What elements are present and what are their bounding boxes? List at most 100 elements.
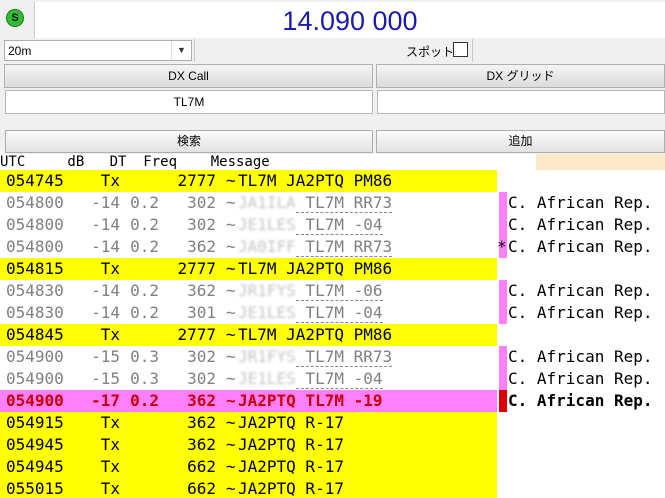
row-callsign: JA1ILA	[238, 193, 296, 212]
row-flag-marker	[499, 302, 507, 324]
row-freq: 362	[187, 237, 216, 256]
row-dt: 0.3	[130, 347, 159, 366]
table-row[interactable]: 054745 Tx 2777 ~ TL7M JA2PTQ PM86	[0, 170, 665, 192]
spot-checkbox[interactable]	[453, 42, 468, 57]
table-row[interactable]: 054830 -14 0.2 362 ~ JR1FYS TL7M -06 C. Africa…	[0, 280, 665, 302]
table-row[interactable]: 054915 Tx 362 ~ JA2PTQ R-17	[0, 412, 665, 434]
row-db: Tx	[100, 457, 120, 476]
row-message: JA2PTQ R-17	[238, 413, 344, 432]
message-table[interactable]: UTC dB DT Freq Message 054745 Tx 2777 ~ TL7M…	[0, 154, 665, 498]
row-freq: 2777	[177, 259, 216, 278]
row-country: C. African Rep.	[508, 193, 653, 212]
row-message: JA2PTQ R-17	[238, 435, 344, 454]
table-row[interactable]: 055015 Tx 662 ~ JA2PTQ R-17	[0, 478, 665, 498]
row-message: JA2PTQ R-17	[238, 457, 344, 476]
table-row[interactable]: 054800 -14 0.2 302 ~ JA1ILA TL7M RR73 C. Afric…	[0, 192, 665, 214]
status-indicator-icon[interactable]: S	[6, 9, 24, 27]
table-column-header: UTC dB DT Freq Message	[0, 154, 270, 170]
row-freq: 302	[187, 369, 216, 388]
row-db: -17	[91, 391, 120, 410]
row-utc: 054900	[6, 391, 64, 410]
band-select[interactable]: 20m ▼	[4, 40, 192, 61]
row-freq: 301	[187, 303, 216, 322]
row-db: -14	[91, 281, 120, 300]
dx-call-field[interactable]: TL7M	[5, 90, 373, 114]
row-message: JE1LES TL7M -04	[238, 302, 383, 324]
column-header-fill	[536, 154, 665, 170]
row-asterisk: *	[497, 237, 507, 256]
row-freq: 302	[187, 193, 216, 212]
table-row[interactable]: 054945 Tx 662 ~ JA2PTQ R-17	[0, 456, 665, 478]
row-mode: ~	[226, 303, 236, 322]
row-mode: ~	[226, 435, 236, 454]
search-button[interactable]: 検索	[5, 130, 373, 153]
row-utc: 054745	[6, 171, 64, 190]
row-freq: 2777	[177, 171, 216, 190]
row-utc: 054815	[6, 259, 64, 278]
row-message: TL7M JA2PTQ PM86	[238, 171, 393, 190]
row-utc: 054945	[6, 435, 64, 454]
row-message: TL7M JA2PTQ PM86	[238, 259, 393, 278]
row-country: C. African Rep.	[508, 237, 653, 256]
row-freq: 302	[187, 215, 216, 234]
row-message: JR1FYS TL7M RR73	[238, 346, 393, 368]
row-country: C. African Rep.	[508, 303, 653, 322]
row-freq: 362	[187, 391, 216, 410]
row-utc: 054900	[6, 369, 64, 388]
dx-grid-field[interactable]	[377, 90, 665, 114]
row-db: -14	[91, 237, 120, 256]
row-freq: 662	[187, 479, 216, 498]
dx-call-header: DX Call	[4, 64, 373, 88]
row-callsign: JA0IFF	[238, 237, 296, 256]
table-row[interactable]: 054845 Tx 2777 ~ TL7M JA2PTQ PM86	[0, 324, 665, 346]
row-message: JE1LES TL7M -04	[238, 368, 383, 390]
row-utc: 054915	[6, 413, 64, 432]
row-db: -15	[91, 347, 120, 366]
row-db: Tx	[100, 413, 120, 432]
spot-label: スポット	[406, 45, 455, 59]
row-flag-marker	[499, 280, 507, 302]
table-row[interactable]: 054945 Tx 362 ~ JA2PTQ R-17	[0, 434, 665, 456]
row-message-text: TL7M RR73	[295, 237, 393, 257]
table-row[interactable]: 054900 -15 0.3 302 ~ JR1FYS TL7M RR73 C. Afric…	[0, 346, 665, 368]
frequency-bar: S 14.090 000	[0, 0, 665, 38]
frequency-display: 14.090 000	[34, 2, 665, 38]
row-mode: ~	[226, 193, 236, 212]
row-flag-marker	[499, 346, 507, 368]
row-freq: 362	[187, 413, 216, 432]
row-utc: 055015	[6, 479, 64, 498]
row-dt: 0.2	[130, 215, 159, 234]
table-row[interactable]: 054800 -14 0.2 362 ~ JA0IFF TL7M RR73 * C. Afri…	[0, 236, 665, 258]
row-freq: 302	[187, 347, 216, 366]
row-dt: 0.2	[130, 237, 159, 256]
row-utc: 054800	[6, 215, 64, 234]
table-row[interactable]: 054815 Tx 2777 ~ TL7M JA2PTQ PM86	[0, 258, 665, 280]
row-country: C. African Rep.	[508, 391, 653, 410]
row-db: Tx	[100, 259, 120, 278]
row-message: JA2PTQ TL7M -19	[238, 390, 383, 412]
table-row[interactable]: 054830 -14 0.2 301 ~ JE1LES TL7M -04 C. Africa…	[0, 302, 665, 324]
row-mode: ~	[226, 457, 236, 476]
table-row[interactable]: 054800 -14 0.2 302 ~ JE1LES TL7M -04 C. Africa…	[0, 214, 665, 236]
row-message-text: TL7M RR73	[295, 193, 393, 213]
table-row[interactable]: 054900 -15 0.3 302 ~ JE1LES TL7M -04 C. Africa…	[0, 368, 665, 390]
row-message-text: TL7M -04	[295, 303, 383, 323]
row-db: -14	[91, 193, 120, 212]
row-flag-marker	[499, 390, 507, 412]
row-mode: ~	[226, 413, 236, 432]
row-mode: ~	[226, 325, 236, 344]
chevron-down-icon[interactable]: ▼	[171, 41, 191, 60]
row-country: C. African Rep.	[508, 215, 653, 234]
row-freq: 362	[187, 281, 216, 300]
row-freq: 362	[187, 435, 216, 454]
row-utc: 054830	[6, 303, 64, 322]
row-callsign: JR1FYS	[238, 347, 296, 366]
add-button[interactable]: 追加	[376, 130, 665, 153]
row-callsign: JE1LES	[238, 303, 296, 322]
row-mode: ~	[226, 237, 236, 256]
row-mode: ~	[226, 391, 236, 410]
row-callsign: JR1FYS	[238, 281, 296, 300]
row-country: C. African Rep.	[508, 281, 653, 300]
table-row[interactable]: 054900 -17 0.2 362 ~ JA2PTQ TL7M -19 C. Africa…	[0, 390, 665, 412]
row-mode: ~	[226, 369, 236, 388]
